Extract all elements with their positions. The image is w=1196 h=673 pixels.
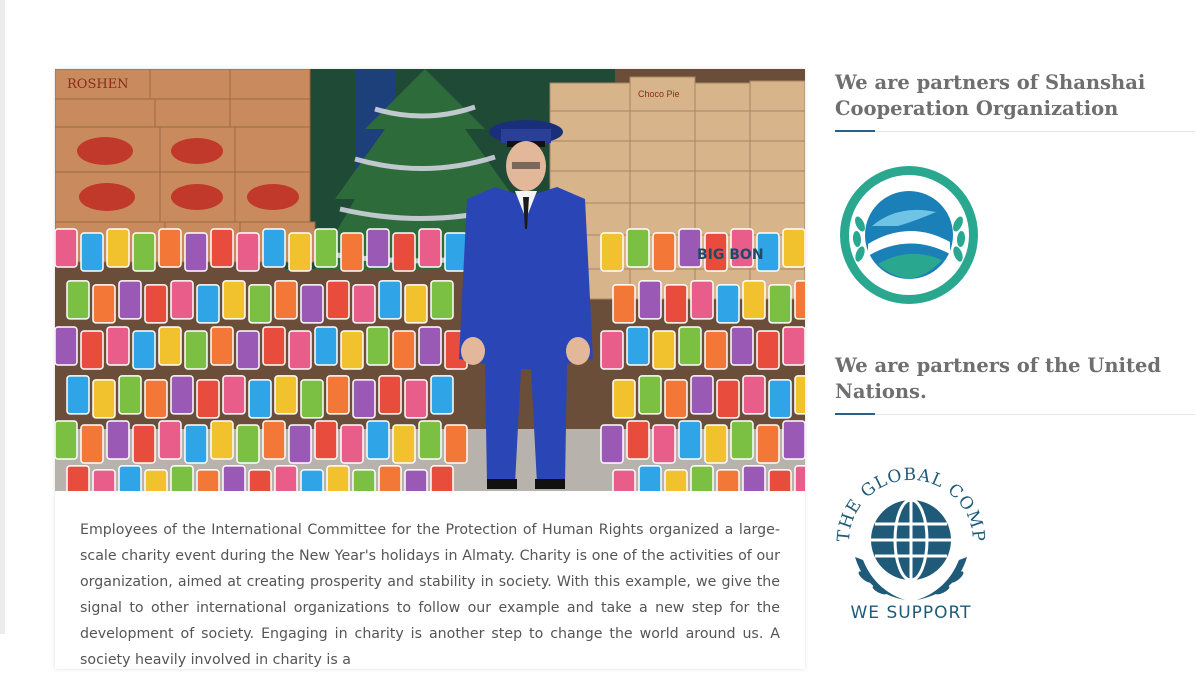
page-left-border bbox=[0, 0, 5, 634]
un-heading-accent bbox=[835, 413, 875, 415]
sco-emblem-icon[interactable] bbox=[838, 164, 980, 311]
global-compact-icon[interactable]: THE GLOBAL COMPACT WE SUPPORT bbox=[827, 437, 987, 632]
roshen-box-label: ROSHEN bbox=[67, 77, 129, 92]
we-support-text: WE SUPPORT bbox=[850, 603, 971, 623]
article-body-text: Employees of the International Committee… bbox=[80, 522, 780, 668]
sidebar: We are partners of Shanshai Cooperation … bbox=[827, 0, 1195, 634]
chocopie-box-label: Choco Pie bbox=[638, 89, 680, 99]
sco-heading-accent bbox=[835, 130, 875, 132]
bigbon-box-label: BIG BON bbox=[697, 247, 764, 263]
article-photo[interactable]: ROSHEN Choco Pie BIG BON bbox=[55, 69, 805, 491]
article-card: ROSHEN Choco Pie BIG BON Employees of th… bbox=[55, 69, 805, 669]
un-partner-heading: We are partners of the United Nations. bbox=[835, 354, 1161, 403]
un-heading-divider bbox=[835, 414, 1195, 415]
charity-event-photo: ROSHEN Choco Pie BIG BON bbox=[55, 69, 805, 491]
sco-heading-divider bbox=[835, 131, 1195, 132]
sco-partner-heading: We are partners of Shanshai Cooperation … bbox=[835, 71, 1146, 120]
